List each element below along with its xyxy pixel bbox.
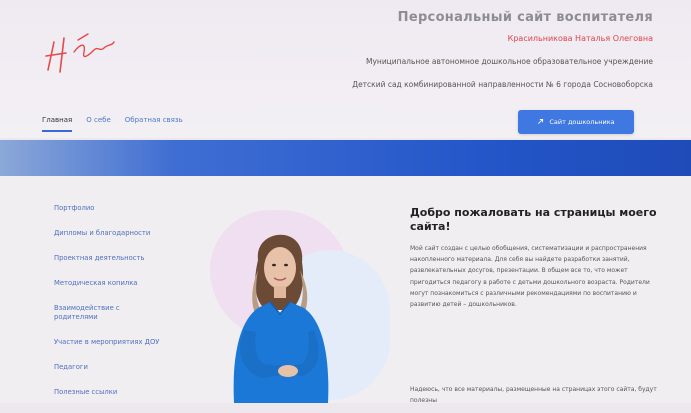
owner-name: Красильникова Наталья Олеговна xyxy=(507,34,653,43)
site-title: Персональный сайт воспитателя xyxy=(397,10,653,25)
link-icon xyxy=(537,118,544,127)
institution-line-2: Детский сад комбинированной направленнос… xyxy=(352,80,653,89)
sidebar-menu: Портфолио Дипломы и благодарности Проект… xyxy=(54,204,184,413)
sidebar-item-diplomas[interactable]: Дипломы и благодарности xyxy=(54,229,184,238)
preschooler-site-button[interactable]: Сайт дошкольника xyxy=(518,110,634,134)
sidebar-item-methodology[interactable]: Методическая копилка xyxy=(54,279,184,288)
nav-feedback[interactable]: Обратная связь xyxy=(125,116,183,132)
sidebar-item-portfolio[interactable]: Портфолио xyxy=(54,204,184,213)
nav-home[interactable]: Главная xyxy=(42,116,73,132)
welcome-title: Добро пожаловать на страницы моего сайта… xyxy=(410,206,657,233)
sidebar-item-projects[interactable]: Проектная деятельность xyxy=(54,254,184,263)
nav-about[interactable]: О себе xyxy=(86,116,111,132)
institution-line-1: Муниципальное автономное дошкольное обра… xyxy=(366,57,653,66)
blue-banner xyxy=(0,140,691,176)
teacher-photo xyxy=(210,210,390,403)
sidebar-item-links[interactable]: Полезные ссылки xyxy=(54,388,184,397)
sidebar-item-teachers[interactable]: Педагоги xyxy=(54,363,184,372)
intro-paragraph: Мой сайт создан с целью обобщения, систе… xyxy=(410,245,650,309)
sidebar-item-events[interactable]: Участие в мероприятиях ДОУ xyxy=(54,338,184,347)
cta-label: Сайт дошкольника xyxy=(549,118,615,126)
teacher-portrait xyxy=(233,234,329,403)
sidebar-item-parents[interactable]: Взаимодействие с родителями xyxy=(54,304,144,322)
main-nav: Главная О себе Обратная связь xyxy=(42,116,183,132)
signature-logo[interactable] xyxy=(40,22,120,82)
site-header: Персональный сайт воспитателя Красильник… xyxy=(0,0,691,138)
